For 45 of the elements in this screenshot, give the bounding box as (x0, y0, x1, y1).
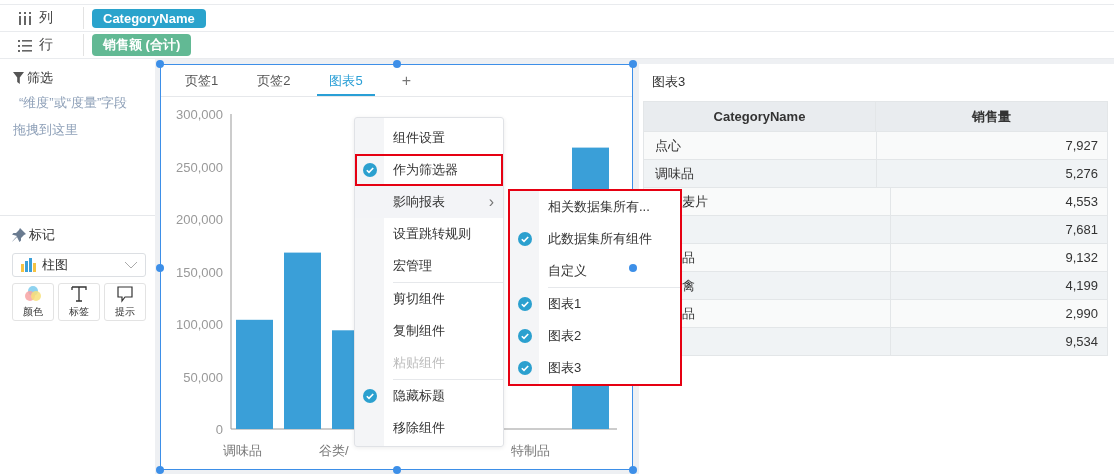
mark-button[interactable]: 颜色 (12, 283, 54, 321)
menu-item[interactable]: 影响报表 › (355, 186, 503, 218)
mark-button[interactable]: 标签 (58, 283, 100, 321)
axis-label: 300,000 (176, 107, 223, 122)
column-header[interactable]: CategoryName (644, 102, 876, 131)
section-title: 筛选 (27, 69, 53, 87)
column-header[interactable]: 销售量 (876, 102, 1107, 131)
axis-label: 调味品 (223, 443, 262, 458)
menu-item[interactable]: 作为筛选器 (355, 154, 503, 186)
axis-label: 200,000 (176, 212, 223, 227)
axis-label: 250,000 (176, 159, 223, 175)
table-cell: 9,132 (890, 243, 1107, 271)
menu-item[interactable]: 设置跳转规则 (355, 218, 503, 250)
table-cell: 2,990 (890, 299, 1107, 327)
shelf-label: 行 (39, 36, 53, 54)
table-cell: 7,927 (877, 131, 1107, 159)
tab[interactable]: 页签1 (173, 65, 231, 96)
table-cell: 4,199 (890, 271, 1107, 299)
section-title: 标记 (29, 226, 55, 244)
axis-label: 100,000 (176, 317, 223, 332)
table-cell: 4,553 (890, 187, 1107, 215)
menu-item[interactable]: 复制组件 (355, 315, 503, 347)
tab[interactable]: 页签2 (245, 65, 303, 96)
submenu-arrow: › (488, 193, 494, 211)
mark-button[interactable]: 提示 (104, 283, 146, 321)
axis-label: 150,000 (176, 264, 223, 280)
axis-label: 特制品 (511, 443, 550, 458)
table-cell: 调味品 (644, 159, 877, 187)
shelf-label: 列 (39, 9, 53, 27)
axis-label: 50,000 (183, 369, 223, 385)
menu-item[interactable]: 组件设置 (355, 122, 503, 154)
chart-type-dropdown[interactable]: 柱图 (12, 253, 146, 277)
add-tab-button[interactable]: + (389, 65, 424, 96)
drop-hint: “维度”或“度量”字段拖拽到这里 (13, 94, 129, 139)
table-title: 图表3 (651, 73, 687, 91)
axis-label: 0 (215, 422, 223, 437)
table-cell: 5,276 (877, 159, 1107, 187)
menu-item[interactable]: 宏管理 (355, 250, 503, 282)
axis-label: 谷类/ (319, 443, 349, 458)
menu-item[interactable]: 隐藏标题 (355, 380, 503, 412)
table-cell: 9,534 (890, 327, 1107, 355)
menu-item[interactable]: 移除组件 (355, 412, 503, 444)
menu-item[interactable]: 剪切组件 (355, 283, 503, 315)
table-cell: 点心 (644, 131, 877, 159)
table-cell: 7,681 (890, 215, 1107, 243)
